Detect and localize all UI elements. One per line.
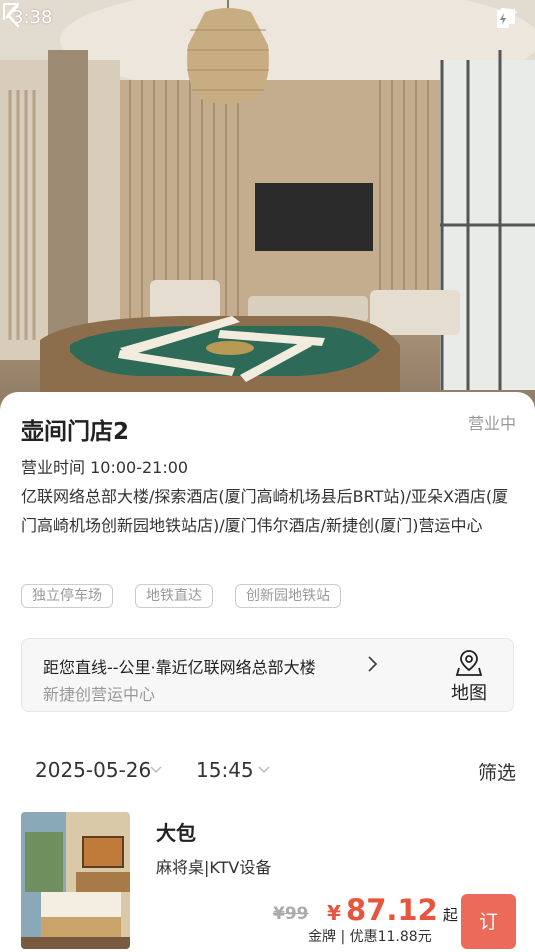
room-features: 麻将桌|KTV设备	[156, 858, 272, 877]
store-name: 壶间门店2	[21, 419, 130, 445]
status-bar: 3:38	[0, 0, 535, 36]
map-pin-icon	[455, 650, 483, 676]
hero-image	[0, 0, 535, 420]
member-discount: 金牌 | 优惠11.88元	[308, 929, 432, 945]
store-tags: 独立停车场 地铁直达 创新园地铁站	[21, 584, 341, 608]
chevron-down-icon[interactable]	[258, 766, 270, 774]
chevron-down-icon[interactable]	[150, 766, 162, 774]
map-label: 地图	[451, 683, 487, 704]
business-hours: 营业时间 10:00-21:00	[21, 458, 189, 477]
price-suffix: 起	[442, 906, 458, 924]
tag-station: 创新园地铁站	[235, 584, 341, 608]
chevron-right-icon	[368, 656, 378, 672]
price-value: 87.12	[346, 893, 438, 927]
booking-filter-row: 2025-05-26 15:45 筛选	[0, 752, 535, 792]
status-badge: 营业中	[467, 414, 516, 433]
distance-text: 距您直线--公里·靠近亿联网络总部大楼	[43, 658, 316, 677]
room-name: 大包	[156, 821, 196, 845]
store-hero-photo: 3:38	[0, 0, 535, 420]
share-icon[interactable]	[0, 0, 18, 24]
map-button[interactable]: 地图	[447, 649, 491, 705]
distance-landmark: 新捷创营运中心	[43, 685, 156, 704]
current-price: ¥ 87.12 起	[327, 893, 458, 927]
tag-metro: 地铁直达	[135, 584, 213, 608]
battery-icon	[497, 8, 509, 28]
original-price: ¥99	[273, 904, 309, 924]
store-info-card: 壶间门店2 营业中 营业时间 10:00-21:00 亿联网络总部大楼/探索酒店…	[0, 392, 535, 951]
distance-panel[interactable]: 距您直线--公里·靠近亿联网络总部大楼 新捷创营运中心 地图	[21, 638, 514, 712]
date-selector[interactable]: 2025-05-26	[35, 758, 151, 782]
time-selector[interactable]: 15:45	[196, 758, 254, 782]
book-button[interactable]: 订	[461, 894, 516, 949]
store-address: 亿联网络总部大楼/探索酒店(厦门高崎机场县后BRT站)/亚朵X酒店(厦门高崎机场…	[21, 487, 509, 535]
tag-parking: 独立停车场	[21, 584, 113, 608]
price-currency: ¥	[327, 901, 341, 925]
room-list-item[interactable]: 大包 麻将桌|KTV设备 ¥99 ¥ 87.12 起 金牌 | 优惠11.88元…	[0, 812, 535, 952]
room-thumbnail	[21, 812, 130, 949]
filter-button[interactable]: 筛选	[478, 758, 516, 785]
